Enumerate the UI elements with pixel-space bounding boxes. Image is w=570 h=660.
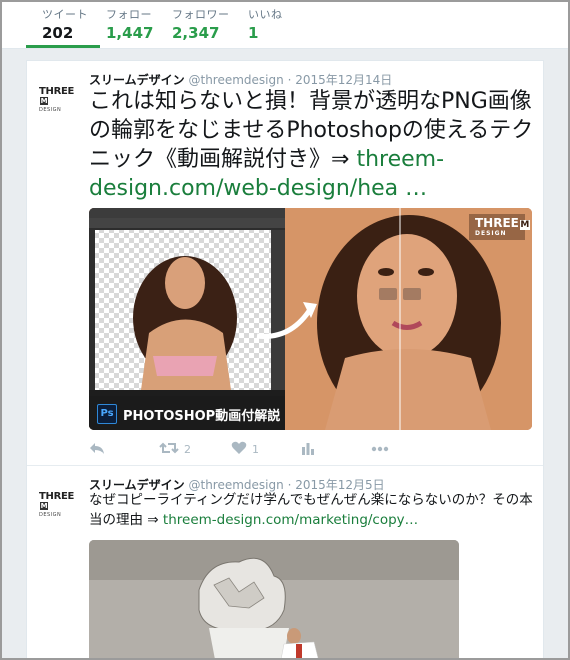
window-frame: ツイート 202 フォロー 1,447 フォロワー 2,347 いいね 1 TH… [0,0,570,660]
avatar-logo-text: THREE [39,86,75,97]
tweet-text-body: これは知らないと損！背景が透明なPNG画像の輪郭をなじませるPhotoshopの… [89,89,534,172]
stat-likes[interactable]: いいね 1 [248,2,283,48]
tweet-actions: 2 1 [89,441,529,459]
tweet-link[interactable]: threem-design.com/marketing/copy… [163,512,418,528]
tweet-author-name[interactable]: スリームデザイン [89,73,185,87]
tweet-media-image[interactable] [89,540,459,658]
stat-followers-label: フォロワー [172,8,230,21]
media-brand-logo-sub: DESIGN [475,230,507,237]
like-count: 1 [252,443,259,456]
heart-icon [231,441,247,454]
tweet-item[interactable]: THREEM DESIGN スリームデザイン @threemdesign · 2… [27,61,543,466]
media-brand-logo: THREE M DESIGN [475,216,530,237]
tweet-item[interactable]: THREEM DESIGN スリームデザイン @threemdesign · 2… [27,466,543,658]
avatar-logo-text: THREE [39,491,75,502]
like-button[interactable]: 1 [231,441,259,458]
stat-tweets-value: 202 [42,24,74,42]
stat-following-label: フォロー [106,8,152,21]
retweet-button[interactable]: 2 [159,441,191,458]
more-options-icon[interactable] [371,441,389,458]
crumpled-paper-man-image [89,540,459,658]
stat-followers[interactable]: フォロワー 2,347 [172,2,230,48]
profile-stats-bar: ツイート 202 フォロー 1,447 フォロワー 2,347 いいね 1 [2,2,568,49]
stat-following[interactable]: フォロー 1,447 [106,2,153,48]
stat-followers-value: 2,347 [172,24,220,42]
avatar[interactable]: THREEM DESIGN [39,491,77,519]
avatar-logo-sub: DESIGN [39,512,62,518]
stat-following-value: 1,447 [106,24,154,42]
tweet-date[interactable]: 2015年12月14日 [295,73,392,87]
retweet-count: 2 [184,443,191,456]
media-caption: PHOTOSHOP動画付解説 [123,409,281,424]
tweet-media-image[interactable]: Ps PHOTOSHOP動画付解説 THREE M DESIGN [89,208,532,430]
tweet-header: スリームデザイン @threemdesign · 2015年12月14日 [89,73,393,87]
stat-likes-label: いいね [248,8,283,21]
stat-likes-value: 1 [248,24,259,42]
analytics-icon[interactable] [301,441,315,458]
stat-tweets-label: ツイート [42,8,88,21]
stat-tweets[interactable]: ツイート 202 [26,2,100,48]
tweet-text: なぜコピーライティングだけ学んでもぜんぜん楽にならないのか？その本当の理由 ⇒ … [89,490,537,530]
tweet-text: これは知らないと損！背景が透明なPNG画像の輪郭をなじませるPhotoshopの… [89,87,537,203]
media-brand-logo-text: THREE [475,216,519,230]
tweet-author-handle[interactable]: @threemdesign [188,73,283,87]
reply-icon[interactable] [89,441,105,458]
photoshop-tutorial-image [89,208,532,430]
tweet-timeline: THREEM DESIGN スリームデザイン @threemdesign · 2… [26,60,544,658]
retweet-icon [159,442,179,454]
avatar[interactable]: THREEM DESIGN [39,86,77,114]
photoshop-badge-icon: Ps [97,404,117,424]
avatar-logo-sub: DESIGN [39,107,62,113]
